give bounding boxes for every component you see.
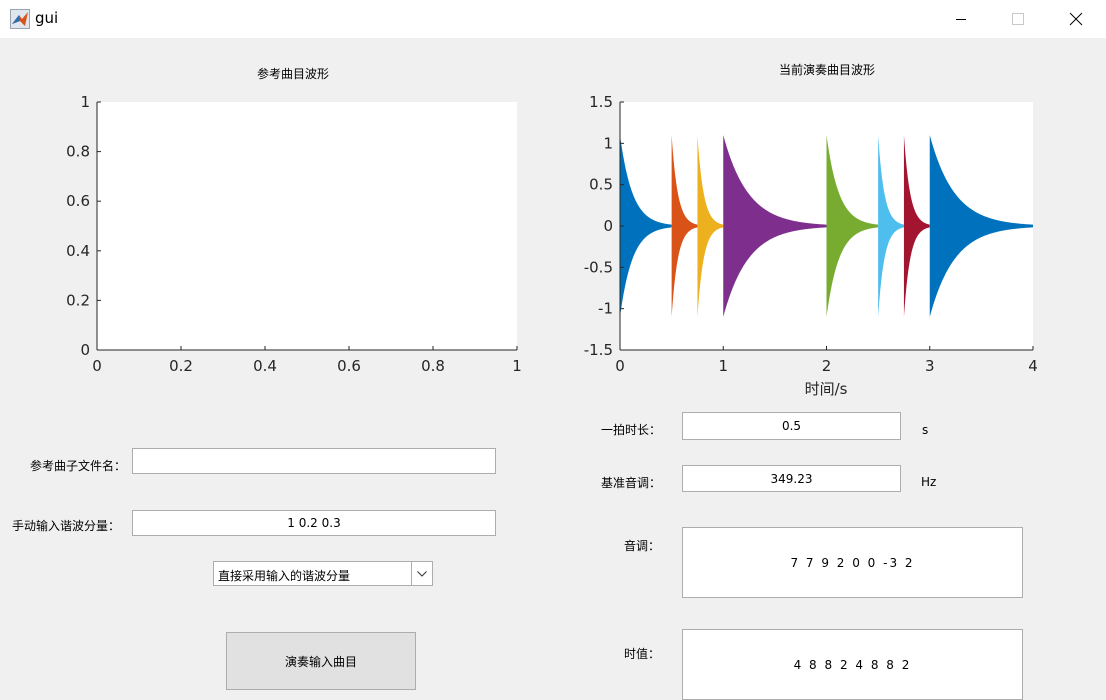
pitch-label: 音调：	[624, 539, 661, 553]
beat-duration-field[interactable]: 0.5	[682, 412, 901, 440]
y-tick-label: 0.6	[66, 192, 90, 210]
y-tick-label: 0	[80, 341, 90, 359]
duration-label: 时值：	[624, 647, 661, 661]
dropdown-arrow-button[interactable]	[411, 562, 432, 585]
y-tick-label: 1	[80, 93, 90, 111]
x-tick-label: 0	[92, 357, 102, 375]
beat-duration-label: 一拍时长：	[601, 423, 662, 437]
y-tick-label: 0.2	[66, 291, 90, 309]
maximize-button[interactable]	[990, 0, 1046, 38]
y-tick-label: 0.8	[66, 143, 90, 161]
x-tick-label: 0	[615, 357, 625, 375]
base-pitch-label: 基准音调：	[601, 476, 662, 490]
performance-axes-title: 当前演奏曲目波形	[779, 62, 875, 77]
y-tick-label: 0.5	[589, 176, 613, 194]
y-tick-label: 0	[603, 217, 613, 235]
pitch-field[interactable]: 7 7 9 2 0 0 -3 2	[682, 527, 1023, 598]
window-title: gui	[35, 9, 59, 27]
close-button[interactable]	[1048, 0, 1104, 38]
base-pitch-field[interactable]: 349.23	[682, 465, 901, 492]
x-tick-label: 2	[822, 357, 832, 375]
harmonic-input-label: 手动输入谐波分量：	[12, 519, 121, 533]
reference-file-label: 参考曲子文件名：	[30, 459, 127, 473]
performance-x-axis-label: 时间/s	[805, 380, 848, 398]
y-tick-label: 0.4	[66, 242, 90, 260]
matlab-icon	[10, 9, 30, 29]
reference-file-field[interactable]	[132, 448, 496, 474]
base-pitch-unit: Hz	[921, 475, 937, 489]
x-tick-label: 0.4	[253, 357, 277, 375]
x-tick-label: 1	[718, 357, 728, 375]
duration-field[interactable]: 4 8 8 2 4 8 8 2	[682, 629, 1023, 700]
x-tick-label: 4	[1028, 357, 1038, 375]
y-tick-label: -0.5	[584, 258, 613, 276]
x-tick-label: 3	[925, 357, 935, 375]
y-tick-label: -1	[598, 300, 613, 318]
x-tick-label: 0.6	[337, 357, 361, 375]
x-tick-label: 0.2	[169, 357, 193, 375]
performance-waveform-axes: 当前演奏曲目波形 0 1 2 3 4 -1.5 -1 -0.5 0 0.5 1 1.5 时间/s	[584, 62, 1038, 398]
x-tick-label: 0.8	[421, 357, 445, 375]
harmonic-input-field[interactable]: 1 0.2 0.3	[132, 510, 496, 536]
y-tick-label: 1.5	[589, 93, 613, 111]
minimize-button[interactable]	[933, 0, 989, 38]
y-tick-label: 1	[603, 134, 613, 152]
harmonic-mode-selected: 直接采用输入的谐波分量	[218, 569, 351, 583]
beat-duration-unit: s	[922, 423, 929, 437]
reference-axes-title: 参考曲目波形	[257, 66, 329, 81]
minimize-icon	[956, 19, 966, 20]
figure-client-area: 参考曲目波形 0 0.2 0.4 0.6 0.8 1 0 0.2 0.4 0.6 0.8 1 当前演奏…	[0, 38, 1106, 700]
x-tick-label: 1	[512, 357, 522, 375]
play-input-song-button[interactable]: 演奏输入曲目	[226, 632, 416, 690]
reference-waveform-axes: 参考曲目波形 0 0.2 0.4 0.6 0.8 1 0 0.2 0.4 0.6 0.8 1	[66, 66, 522, 375]
close-icon	[1069, 12, 1083, 26]
chevron-down-icon	[417, 570, 427, 577]
title-bar: gui	[0, 0, 1106, 38]
reference-plot-area	[97, 102, 517, 350]
maximize-icon	[1012, 13, 1024, 25]
y-tick-label: -1.5	[584, 341, 613, 359]
harmonic-mode-dropdown[interactable]: 直接采用输入的谐波分量	[213, 561, 433, 586]
